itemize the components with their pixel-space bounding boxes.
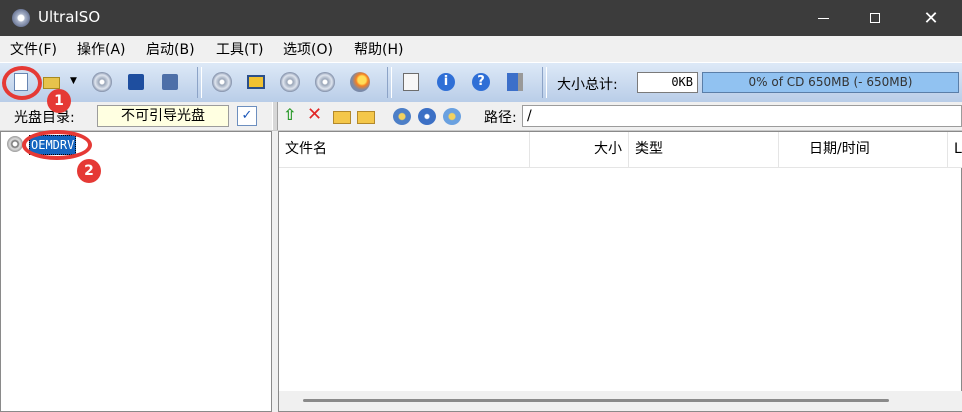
main-toolbar: ▼ i ? 大小总计: 0KB 0% of CD 650MB (- 650MB) — [0, 62, 962, 103]
open-dropdown-icon[interactable]: ▼ — [70, 76, 78, 98]
file-list[interactable]: 文件名 大小 类型 日期/时间 L — [278, 131, 962, 412]
image-toolbar: 光盘目录: 不可引导光盘 ✓ ⇧ ✕ 路径: / — [0, 102, 962, 131]
capacity-meter-text: 0% of CD 650MB (- 650MB) — [748, 75, 913, 89]
total-size-label: 大小总计: — [557, 77, 618, 93]
menu-options[interactable]: 选项(O) — [283, 39, 333, 59]
maximize-button[interactable] — [852, 0, 898, 36]
compress-image-icon[interactable] — [280, 72, 300, 92]
new-folder-icon[interactable] — [333, 111, 351, 124]
go-up-icon[interactable]: ⇧ — [283, 105, 301, 124]
menu-file[interactable]: 文件(F) — [10, 39, 57, 59]
ultraiso-app-icon — [12, 9, 30, 27]
exit-icon[interactable] — [507, 73, 523, 91]
menu-tools[interactable]: 工具(T) — [216, 39, 263, 59]
save-icon[interactable] — [128, 74, 144, 90]
make-cd-image-icon[interactable] — [212, 72, 232, 92]
properties-check-icon[interactable]: ✓ — [237, 106, 257, 126]
help-icon[interactable]: ? — [472, 73, 490, 91]
delete-icon[interactable]: ✕ — [307, 104, 325, 125]
settings-gear-icon[interactable] — [418, 108, 436, 125]
column-header-type[interactable]: 类型 — [629, 132, 779, 167]
scrollbar-thumb[interactable] — [303, 399, 889, 402]
burn-cd-icon[interactable] — [350, 72, 370, 92]
save-as-icon[interactable] — [162, 74, 178, 90]
menu-bar: 文件(F) 操作(A) 启动(B) 工具(T) 选项(O) 帮助(H) — [0, 36, 962, 60]
callout-ring-1 — [2, 66, 42, 100]
open-folder-icon[interactable] — [43, 77, 60, 89]
menu-actions[interactable]: 操作(A) — [77, 39, 126, 59]
close-button[interactable]: ✕ — [908, 0, 954, 36]
path-field[interactable]: / — [522, 105, 962, 127]
window-title: UltraISO — [38, 8, 101, 26]
minimize-button[interactable] — [800, 0, 846, 36]
row-separator — [272, 102, 278, 130]
callout-ring-2 — [22, 130, 92, 160]
directory-tree[interactable]: OEMDRV — [0, 131, 272, 412]
menu-bootable[interactable]: 启动(B) — [146, 39, 195, 59]
toolbar-separator — [197, 67, 202, 98]
column-header-date[interactable]: 日期/时间 — [779, 132, 948, 167]
extract-icon[interactable] — [92, 72, 112, 92]
title-bar: UltraISO ✕ — [0, 0, 962, 36]
horizontal-scrollbar[interactable] — [279, 391, 962, 411]
path-label: 路径: — [484, 110, 517, 126]
total-size-value: 0KB — [637, 72, 698, 93]
column-header-size[interactable]: 大小 — [530, 132, 629, 167]
properties-icon[interactable] — [443, 108, 461, 125]
column-header-l[interactable]: L — [948, 132, 962, 167]
toolbar-separator — [387, 67, 392, 98]
callout-badge-2: 2 — [77, 159, 101, 183]
cd-icon — [7, 136, 23, 152]
options-icon[interactable] — [403, 73, 419, 91]
mount-virtual-drive-icon[interactable] — [315, 72, 335, 92]
toolbar-separator — [542, 67, 547, 98]
callout-badge-1: 1 — [47, 89, 71, 113]
boot-status-field[interactable]: 不可引导光盘 — [97, 105, 229, 127]
make-disk-image-icon[interactable] — [247, 75, 265, 89]
file-list-header: 文件名 大小 类型 日期/时间 L — [279, 132, 962, 168]
column-header-name[interactable]: 文件名 — [279, 132, 530, 167]
menu-help[interactable]: 帮助(H) — [354, 39, 403, 59]
refresh-icon[interactable] — [393, 108, 411, 125]
info-icon[interactable]: i — [437, 73, 455, 91]
capacity-meter: 0% of CD 650MB (- 650MB) — [702, 72, 959, 93]
rename-icon[interactable] — [357, 111, 375, 124]
